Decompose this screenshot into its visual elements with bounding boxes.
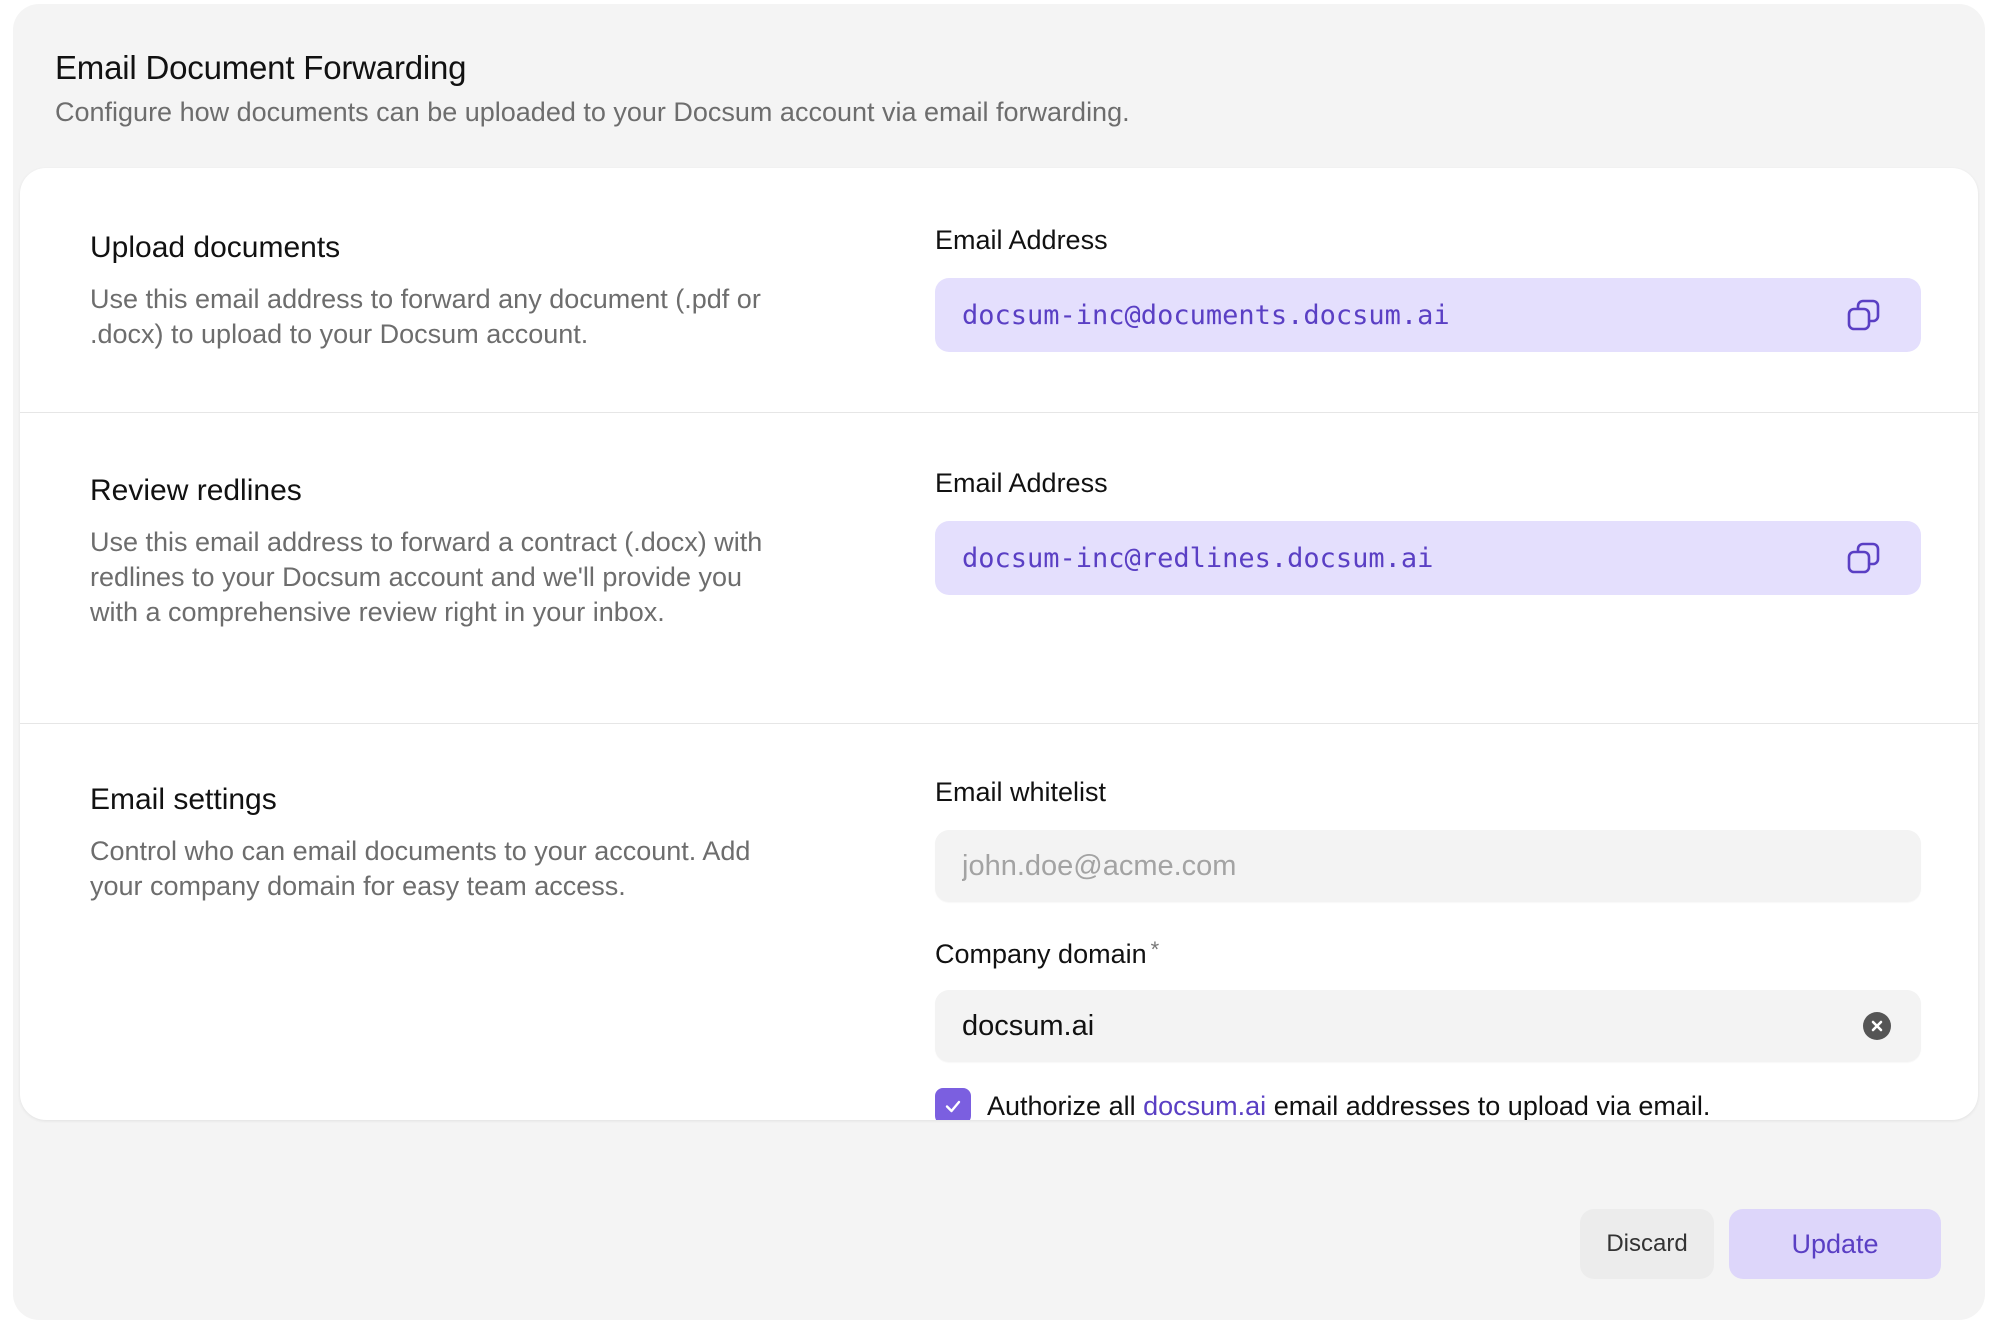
company-domain-input-box bbox=[935, 990, 1921, 1062]
section-description: Use this email address to forward a cont… bbox=[90, 527, 763, 627]
upload-documents-section: Upload documents Use this email address … bbox=[20, 168, 1978, 413]
authorize-domain-text: Authorize all docsum.ai email addresses … bbox=[987, 1091, 1710, 1121]
required-marker: * bbox=[1150, 937, 1160, 962]
update-button[interactable]: Update bbox=[1729, 1209, 1941, 1279]
review-redlines-info: Review redlines Use this email address t… bbox=[90, 471, 790, 630]
settings-card: Upload documents Use this email address … bbox=[20, 168, 1978, 1120]
email-settings-info: Email settings Control who can email doc… bbox=[90, 780, 790, 904]
redlines-email-address: docsum-inc@redlines.docsum.ai bbox=[962, 542, 1434, 574]
upload-documents-info: Upload documents Use this email address … bbox=[90, 228, 790, 352]
section-title: Upload documents bbox=[90, 231, 341, 264]
section-description: Use this email address to forward any do… bbox=[90, 284, 761, 349]
section-title: Email settings bbox=[90, 783, 277, 816]
card-container: Upload documents Use this email address … bbox=[13, 4, 1985, 1320]
clear-icon[interactable] bbox=[1863, 1012, 1891, 1040]
redlines-email-field: Email Address docsum-inc@redlines.docsum… bbox=[935, 465, 1921, 595]
section-title: Review redlines bbox=[90, 474, 302, 507]
redlines-email-box: docsum-inc@redlines.docsum.ai bbox=[935, 521, 1921, 595]
discard-button[interactable]: Discard bbox=[1580, 1209, 1714, 1279]
authorize-suffix: email addresses to upload via email. bbox=[1273, 1090, 1711, 1121]
field-label: Email Address bbox=[935, 468, 1108, 498]
authorize-prefix: Authorize all bbox=[987, 1090, 1136, 1121]
whitelist-label: Email whitelist bbox=[935, 777, 1107, 807]
upload-email-box: docsum-inc@documents.docsum.ai bbox=[935, 278, 1921, 352]
company-domain-label: Company domain bbox=[935, 939, 1147, 969]
copy-icon[interactable] bbox=[1845, 540, 1883, 578]
email-settings-fields: Email whitelist Company domain* bbox=[935, 774, 1921, 1120]
field-label: Email Address bbox=[935, 225, 1108, 255]
whitelist-input-box bbox=[935, 830, 1921, 902]
company-domain-label-row: Company domain * bbox=[935, 932, 1921, 972]
authorize-domain-link: docsum.ai bbox=[1143, 1090, 1267, 1121]
email-settings-section: Email settings Control who can email doc… bbox=[20, 724, 1978, 1120]
checkmark-icon bbox=[945, 1100, 961, 1113]
section-description: Control who can email documents to your … bbox=[90, 836, 751, 901]
company-domain-input[interactable] bbox=[935, 1008, 1844, 1044]
review-redlines-section: Review redlines Use this email address t… bbox=[20, 413, 1978, 724]
authorize-domain-row: Authorize all docsum.ai email addresses … bbox=[935, 1088, 1921, 1120]
upload-email-field: Email Address docsum-inc@documents.docsu… bbox=[935, 222, 1921, 352]
email-whitelist-input[interactable] bbox=[935, 848, 1844, 884]
copy-icon[interactable] bbox=[1845, 297, 1883, 335]
authorize-domain-checkbox[interactable] bbox=[935, 1088, 971, 1120]
upload-email-address: docsum-inc@documents.docsum.ai bbox=[962, 299, 1450, 331]
